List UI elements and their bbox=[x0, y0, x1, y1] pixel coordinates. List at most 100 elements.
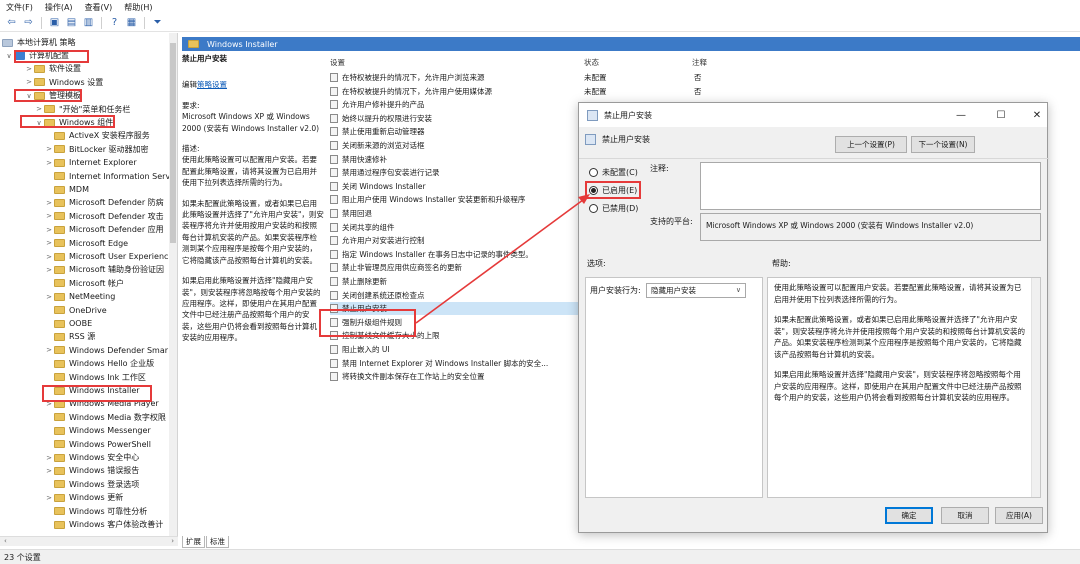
previous-setting-button[interactable]: 上一个设置(P) bbox=[835, 136, 907, 153]
expand-chevron-icon[interactable]: > bbox=[44, 253, 54, 261]
tree-item[interactable]: Windows 可靠性分析 bbox=[44, 505, 147, 518]
table-row[interactable]: 在特权被提升的情况下，允许用户使用媒体源 未配置 否 bbox=[330, 85, 886, 98]
export-icon[interactable]: ▥ bbox=[82, 16, 95, 29]
expand-chevron-icon[interactable]: > bbox=[24, 65, 34, 73]
tree-item[interactable]: Windows 客户体验改善计 bbox=[44, 518, 163, 531]
user-install-behavior-select[interactable]: 隐藏用户安装 ∨ bbox=[646, 283, 746, 298]
expand-chevron-icon[interactable]: > bbox=[44, 467, 54, 475]
expand-chevron-icon[interactable]: > bbox=[44, 226, 54, 234]
comment-textarea[interactable] bbox=[700, 162, 1041, 210]
tree-hscrollbar[interactable]: ‹ › bbox=[0, 536, 178, 546]
scroll-thumb[interactable] bbox=[170, 43, 176, 243]
forward-icon[interactable]: ⇨ bbox=[22, 16, 35, 29]
tree-item[interactable]: > 软件设置 bbox=[24, 62, 81, 75]
tree-item[interactable]: > Internet Explorer bbox=[44, 156, 137, 169]
column-header-comment[interactable]: 注释 bbox=[692, 57, 707, 68]
tree-item[interactable]: > Windows 安全中心 bbox=[44, 451, 139, 464]
radio-circle[interactable] bbox=[589, 204, 598, 213]
expand-chevron-icon[interactable]: > bbox=[44, 212, 54, 220]
tree-item[interactable]: OOBE bbox=[44, 317, 92, 330]
close-icon[interactable]: ✕ bbox=[1028, 107, 1046, 123]
tree-item[interactable]: > Windows 更新 bbox=[44, 491, 123, 504]
expand-chevron-icon[interactable]: ∨ bbox=[24, 92, 34, 100]
tree-item[interactable]: > Microsoft Edge bbox=[44, 237, 128, 250]
expand-chevron-icon[interactable]: > bbox=[44, 199, 54, 207]
tree-item[interactable]: MDM bbox=[44, 183, 89, 196]
expand-chevron-icon[interactable]: > bbox=[44, 159, 54, 167]
table-row[interactable]: 在特权被提升的情况下，允许用户浏览来源 未配置 否 bbox=[330, 71, 886, 84]
expand-chevron-icon[interactable]: > bbox=[44, 266, 54, 274]
tab-standard[interactable]: 标准 bbox=[206, 536, 229, 548]
help-icon[interactable]: ? bbox=[108, 16, 121, 29]
radio-disabled[interactable]: 已禁用(D) bbox=[589, 203, 638, 214]
tree-item[interactable]: Microsoft 帐户 bbox=[44, 277, 124, 290]
tree-item[interactable]: > Microsoft 辅助身份验证因 bbox=[44, 263, 164, 276]
expand-chevron-icon[interactable]: > bbox=[44, 293, 54, 301]
expand-chevron-icon[interactable]: > bbox=[34, 105, 44, 113]
tree-root[interactable]: 本地计算机 策略 bbox=[2, 36, 76, 49]
edit-policy-link[interactable]: 策略设置 bbox=[197, 80, 227, 89]
radio-not-configured[interactable]: 未配置(C) bbox=[589, 167, 638, 178]
radio-circle[interactable] bbox=[589, 168, 598, 177]
tree-item[interactable]: > Windows Defender Smar bbox=[44, 344, 168, 357]
tree-item[interactable]: ActiveX 安装程序服务 bbox=[44, 129, 150, 142]
ok-button[interactable]: 确定 bbox=[885, 507, 933, 524]
tree-item[interactable]: RSS 源 bbox=[44, 330, 95, 343]
expand-chevron-icon[interactable]: > bbox=[44, 454, 54, 462]
expand-chevron-icon[interactable]: > bbox=[44, 346, 54, 354]
maximize-icon[interactable]: ☐ bbox=[992, 107, 1010, 123]
tree-item[interactable]: ∨ 管理模板 bbox=[24, 89, 81, 102]
expand-chevron-icon[interactable]: > bbox=[44, 494, 54, 502]
scroll-left-icon[interactable]: ‹ bbox=[4, 537, 7, 546]
scroll-right-icon[interactable]: › bbox=[171, 537, 174, 546]
menu-file[interactable]: 文件(F) bbox=[6, 2, 33, 13]
tree-item[interactable]: > Windows Media Player bbox=[44, 397, 159, 410]
up-folder-icon[interactable]: ▣ bbox=[48, 16, 61, 29]
tree-item[interactable]: Windows 登录选项 bbox=[44, 478, 139, 491]
back-icon[interactable]: ⇦ bbox=[5, 16, 18, 29]
apply-button[interactable]: 应用(A) bbox=[995, 507, 1043, 524]
radio-circle[interactable] bbox=[589, 186, 598, 195]
filter-icon[interactable]: ⏷ bbox=[151, 16, 164, 29]
tree-item[interactable]: Windows Hello 企业版 bbox=[44, 357, 154, 370]
tree-item[interactable]: ∨ 计算机配置 bbox=[4, 49, 69, 62]
column-header-setting[interactable]: 设置 bbox=[330, 57, 345, 68]
show-tree-icon[interactable]: ▤ bbox=[65, 16, 78, 29]
tree-item[interactable]: > Windows 错误报告 bbox=[44, 464, 139, 477]
tree-item[interactable]: > BitLocker 驱动器加密 bbox=[44, 143, 149, 156]
tree-item[interactable]: > Microsoft Defender 攻击 bbox=[44, 210, 164, 223]
tree-item[interactable]: Windows Media 数字权限 bbox=[44, 411, 166, 424]
minimize-icon[interactable]: — bbox=[952, 107, 970, 123]
tree-item[interactable]: > "开始"菜单和任务栏 bbox=[34, 103, 130, 116]
tab-extended[interactable]: 扩展 bbox=[182, 536, 205, 548]
expand-chevron-icon[interactable]: > bbox=[44, 239, 54, 247]
expand-chevron-icon[interactable]: > bbox=[24, 78, 34, 86]
menu-help[interactable]: 帮助(H) bbox=[124, 2, 152, 13]
tree-item[interactable]: > NetMeeting bbox=[44, 290, 115, 303]
tree-item[interactable]: Windows Messenger bbox=[44, 424, 151, 437]
policy-setting-icon bbox=[330, 263, 338, 273]
expand-chevron-icon[interactable]: > bbox=[44, 400, 54, 408]
tree-item[interactable]: Internet Information Serv bbox=[44, 170, 170, 183]
next-setting-button[interactable]: 下一个设置(N) bbox=[911, 136, 975, 153]
tree-item[interactable]: OneDrive bbox=[44, 304, 107, 317]
tree-item[interactable]: > Microsoft Defender 防病 bbox=[44, 196, 164, 209]
menu-action[interactable]: 操作(A) bbox=[45, 2, 73, 13]
column-header-state[interactable]: 状态 bbox=[584, 57, 599, 68]
tree-scrollbar[interactable] bbox=[169, 33, 177, 539]
tree-item[interactable]: > Windows 设置 bbox=[24, 76, 103, 89]
tree-item[interactable]: Windows PowerShell bbox=[44, 438, 151, 451]
tree-item[interactable]: ∨ Windows 组件 bbox=[34, 116, 113, 129]
tree-item[interactable]: Windows Ink 工作区 bbox=[44, 371, 146, 384]
properties-icon[interactable]: ▦ bbox=[125, 16, 138, 29]
expand-chevron-icon[interactable]: > bbox=[44, 145, 54, 153]
menu-view[interactable]: 查看(V) bbox=[85, 2, 113, 13]
cancel-button[interactable]: 取消 bbox=[941, 507, 989, 524]
expand-chevron-icon[interactable]: ∨ bbox=[34, 119, 44, 127]
expand-chevron-icon[interactable]: ∨ bbox=[4, 52, 14, 60]
radio-enabled[interactable]: 已启用(E) bbox=[589, 185, 637, 196]
tree-item[interactable]: Windows Installer bbox=[44, 384, 140, 397]
help-scrollbar[interactable] bbox=[1031, 278, 1040, 497]
tree-item[interactable]: > Microsoft User Experienc bbox=[44, 250, 168, 263]
tree-item[interactable]: > Microsoft Defender 应用 bbox=[44, 223, 164, 236]
